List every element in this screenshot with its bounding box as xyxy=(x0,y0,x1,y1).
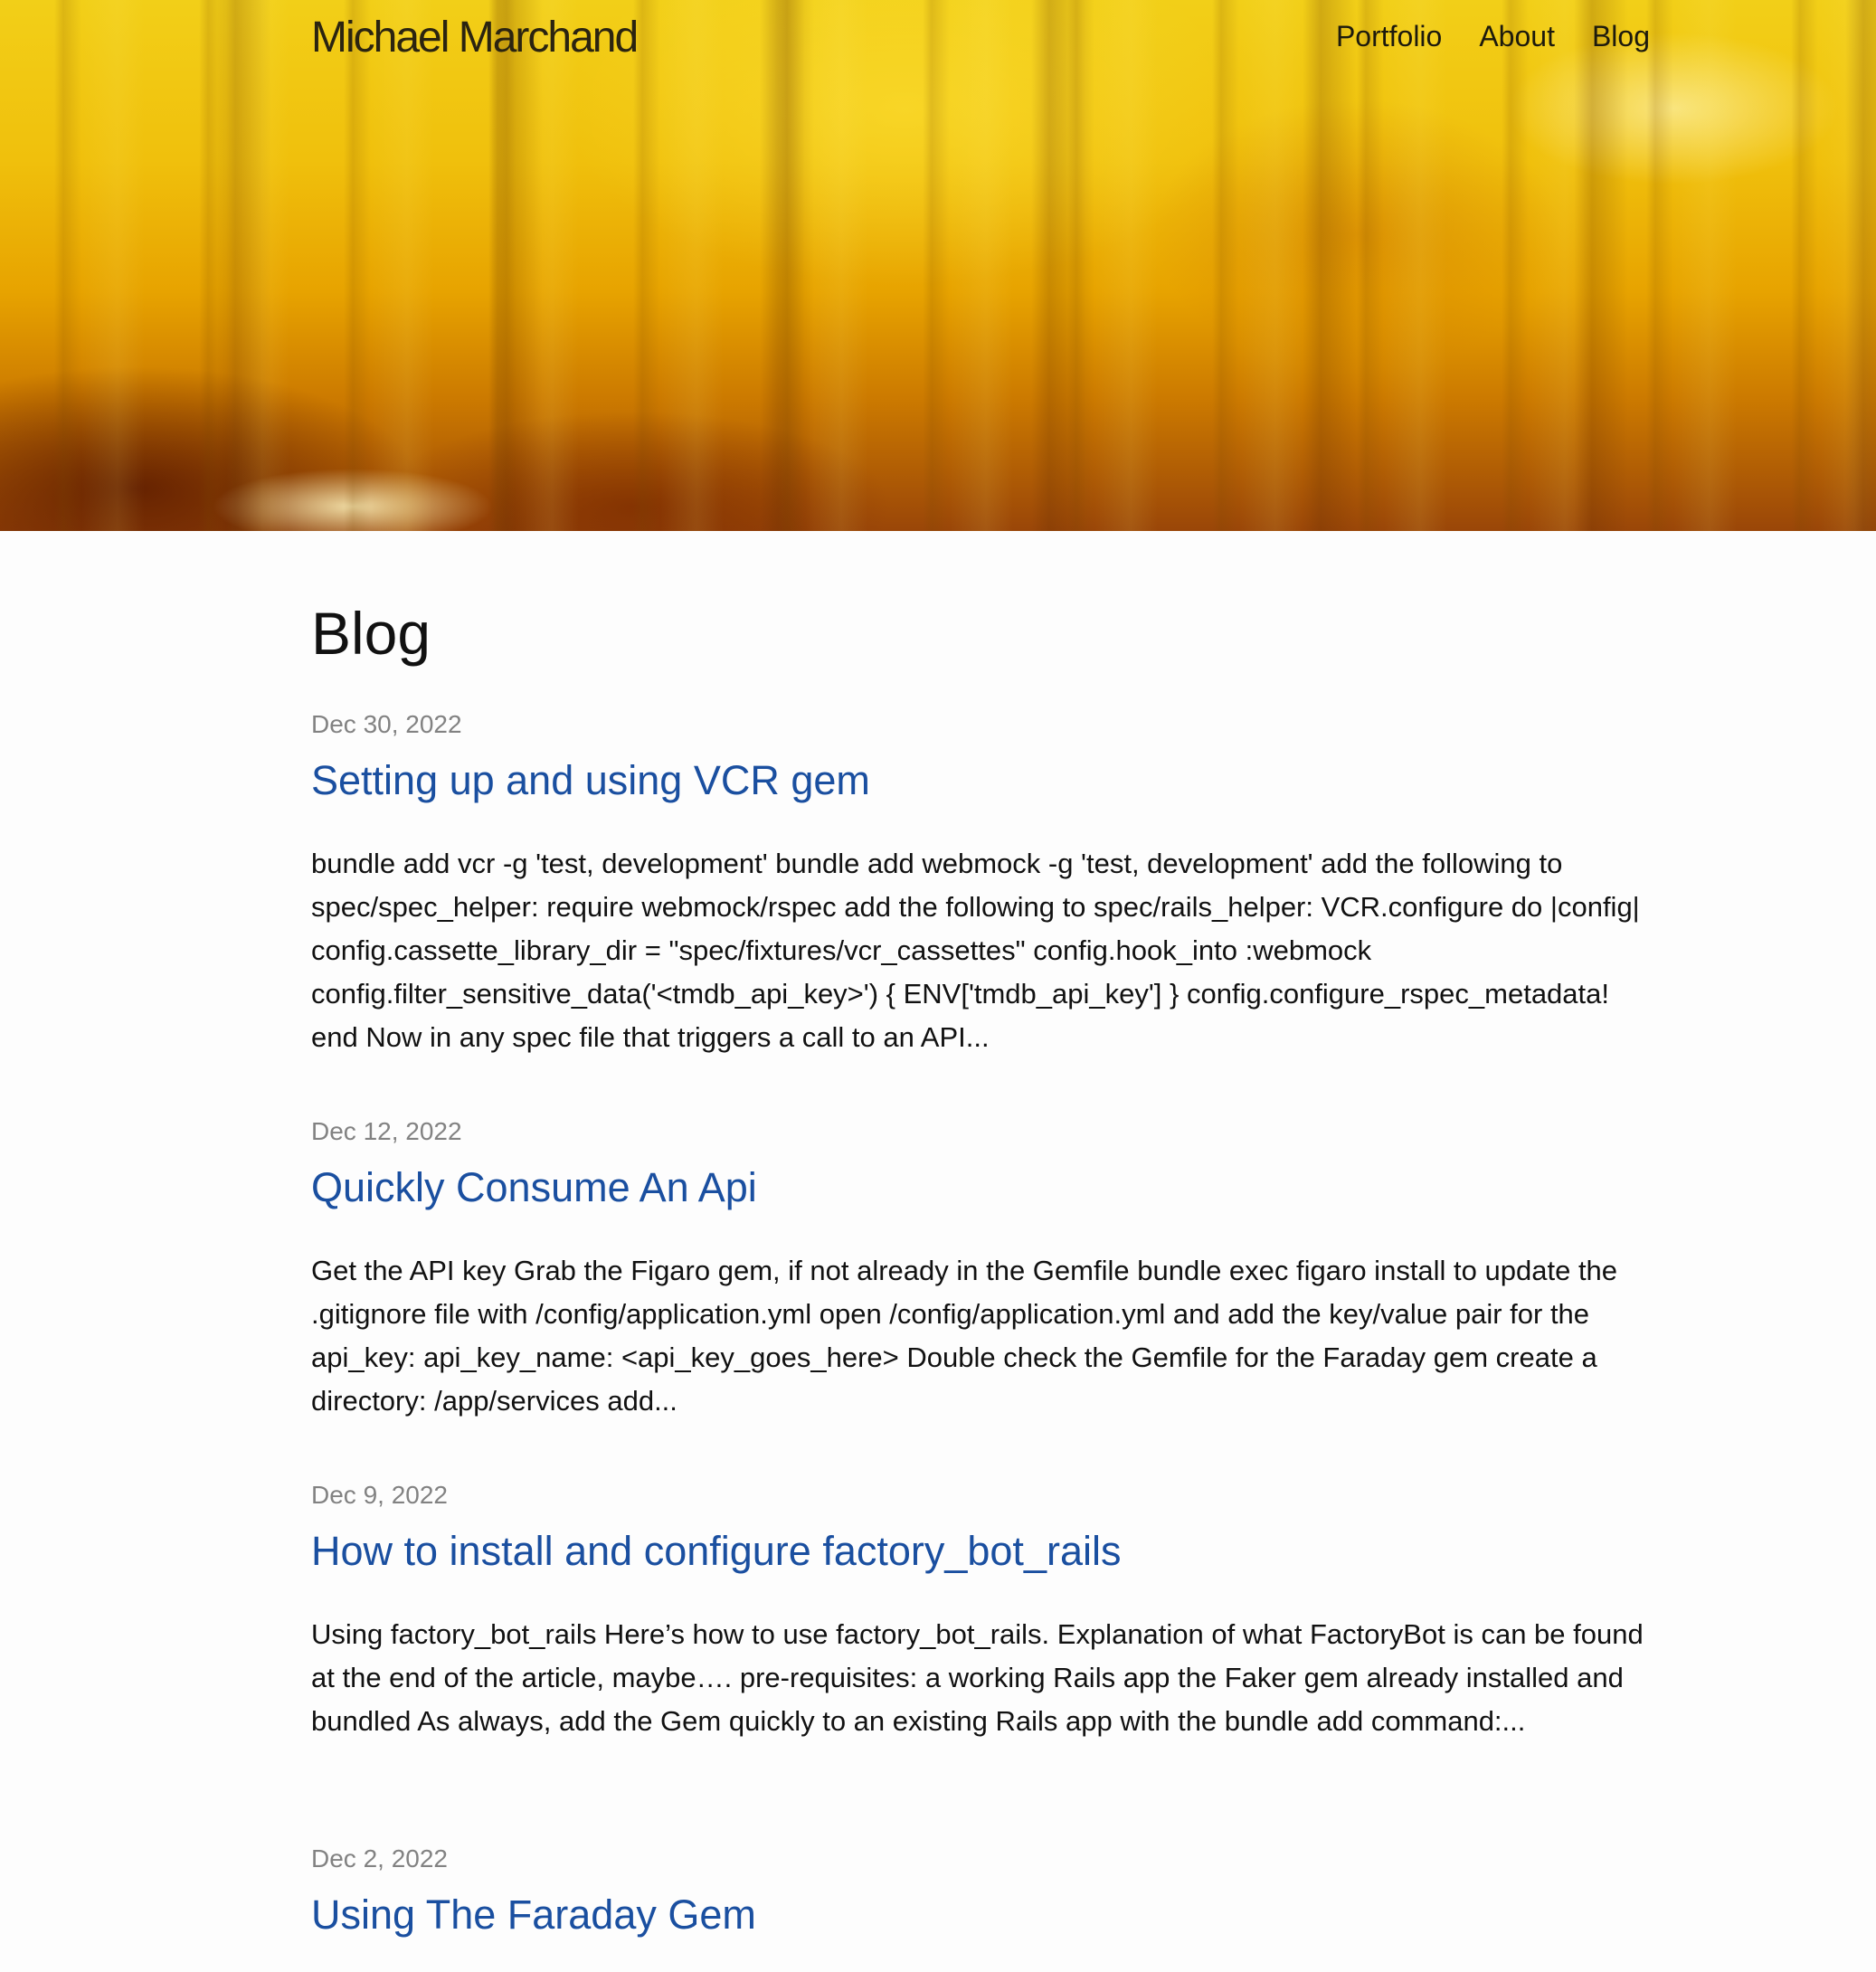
page-title: Blog xyxy=(311,600,431,667)
post-date: Dec 30, 2022 xyxy=(311,710,462,738)
post-item: Dec 30, 2022 Setting up and using VCR ge… xyxy=(311,712,1650,1059)
post-excerpt: Using factory_bot_rails Here’s how to us… xyxy=(311,1618,1644,1737)
nav-link-portfolio[interactable]: Portfolio xyxy=(1336,20,1442,53)
post-title-link[interactable]: Quickly Consume An Api xyxy=(311,1167,1650,1208)
post-title-link[interactable]: Setting up and using VCR gem xyxy=(311,760,1650,801)
nav-link-about[interactable]: About xyxy=(1479,20,1555,53)
post-date: Dec 2, 2022 xyxy=(311,1844,448,1872)
main-content: Blog Dec 30, 2022 Setting up and using V… xyxy=(311,531,1650,1935)
post-date: Dec 12, 2022 xyxy=(311,1117,462,1145)
post-excerpt: Get the API key Grab the Figaro gem, if … xyxy=(311,1255,1618,1417)
site-title-link[interactable]: Michael Marchand xyxy=(311,13,639,62)
post-item: Dec 2, 2022 Using The Faraday Gem xyxy=(311,1844,756,1936)
post-excerpt: bundle add vcr -g 'test, development' bu… xyxy=(311,848,1640,1053)
post-date: Dec 9, 2022 xyxy=(311,1481,448,1509)
nav-link-blog[interactable]: Blog xyxy=(1592,20,1650,53)
site-header: Michael Marchand Portfolio About Blog xyxy=(311,0,1650,81)
post-item: Dec 12, 2022 Quickly Consume An Api Get … xyxy=(311,1119,1650,1423)
post-title-link[interactable]: How to install and configure factory_bot… xyxy=(311,1531,1650,1571)
main-nav: Portfolio About Blog xyxy=(1336,20,1650,53)
hero-banner: Michael Marchand Portfolio About Blog xyxy=(0,0,1876,531)
post-title-link[interactable]: Using The Faraday Gem xyxy=(311,1894,756,1935)
post-item: Dec 9, 2022 How to install and configure… xyxy=(311,1483,1650,1743)
